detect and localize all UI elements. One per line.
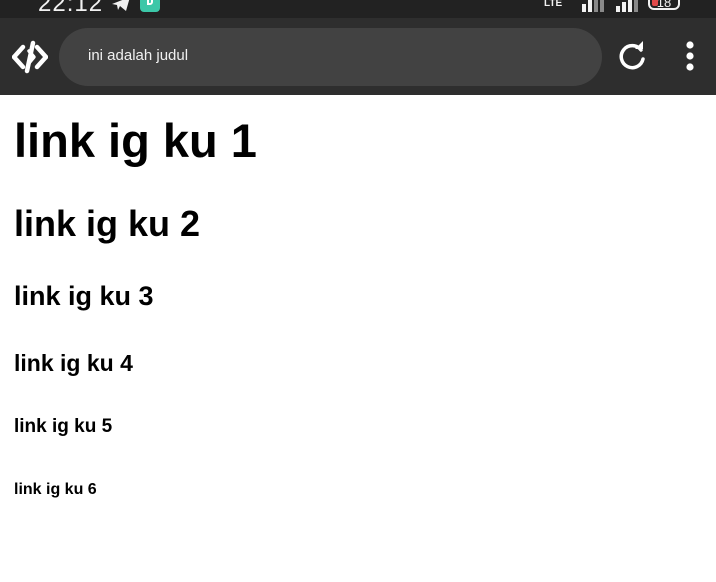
more-vert-icon[interactable] xyxy=(676,38,704,74)
battery-icon: 18 xyxy=(648,0,680,10)
browser-toolbar: ini adalah judul xyxy=(0,18,716,95)
signal-icon-2 xyxy=(616,0,638,12)
app-badge-icon xyxy=(140,0,160,12)
battery-level: 18 xyxy=(656,0,672,10)
heading-1: link ig ku 1 xyxy=(14,114,257,167)
network-label: LTE xyxy=(544,0,563,9)
status-bar: 22:12 LTE 18 xyxy=(0,0,716,18)
heading-5: link ig ku 5 xyxy=(14,416,113,437)
heading-4: link ig ku 4 xyxy=(14,350,133,376)
reload-icon[interactable] xyxy=(614,38,650,74)
heading-3: link ig ku 3 xyxy=(14,281,154,311)
heading-2: link ig ku 2 xyxy=(14,203,201,244)
signal-icon xyxy=(582,0,604,12)
heading-6: link ig ku 6 xyxy=(14,481,97,498)
address-text[interactable]: ini adalah judul xyxy=(88,47,188,64)
browser-logo-icon[interactable] xyxy=(12,40,48,74)
telegram-icon xyxy=(112,0,130,11)
address-bar[interactable]: ini adalah judul xyxy=(59,28,602,86)
status-time: 22:12 xyxy=(38,0,104,17)
